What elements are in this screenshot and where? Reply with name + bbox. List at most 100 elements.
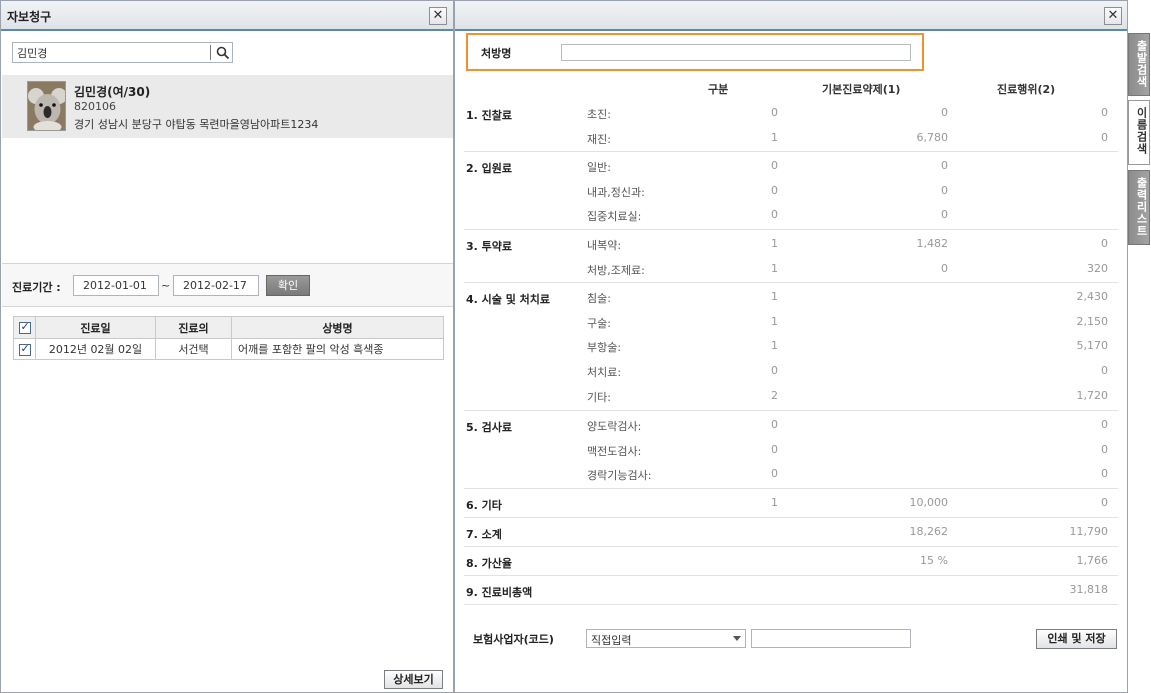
fee-row-treatment-act: 0 (1101, 131, 1108, 144)
patient-search-input[interactable] (17, 46, 207, 60)
treatment-period-bar: 진료기간 : 2012-01-01 ~ 2012-02-17 확인 (2, 263, 453, 307)
patient-card[interactable]: 김민경(여/30) 820106 경기 성남시 분당구 야탑동 목련마을영남아파… (2, 75, 453, 138)
row-checkbox[interactable] (18, 342, 31, 356)
search-separator (210, 45, 211, 60)
close-icon[interactable]: ✕ (429, 7, 447, 25)
fee-row-label: 초진: (587, 108, 611, 121)
fee-row-label: 일반: (587, 161, 611, 174)
fee-row-label: 처치료: (587, 366, 622, 379)
fee-section: 3. 투약료 내복약: 1 1,482 0 처방,조제료: 1 0 320 (464, 230, 1118, 283)
fee-section: 8. 가산율 15 % 1,766 (464, 547, 1118, 576)
fee-row-treatment-act: 2,150 (1076, 315, 1109, 328)
fee-row: 18,262 11,790 (464, 520, 1118, 544)
period-tilde: ~ (161, 279, 171, 292)
fee-row-basic-drug: 0 (941, 208, 948, 221)
fee-row: 집중치료실: 0 0 (464, 203, 1118, 227)
fee-row-basic-drug: 1,482 (916, 237, 949, 250)
fee-row-count: 0 (771, 364, 778, 377)
fee-row-treatment-act: 0 (1101, 418, 1108, 431)
fee-detail-panel: ✕ 처방명 구분 기본진료약제(1) 진료행위(2) 1. 진찰료 초진: 0 0 0 재… (454, 0, 1128, 693)
fee-row-count: 1 (771, 262, 778, 275)
fee-row-basic-drug: 18,262 (909, 525, 949, 538)
search-icon[interactable] (216, 46, 230, 60)
fee-section: 1. 진찰료 초진: 0 0 0 재진: 1 6,780 0 (464, 99, 1118, 152)
row-doctor: 서건택 (155, 338, 232, 360)
prescription-name-box: 처방명 (466, 33, 924, 71)
fee-row-label: 부항술: (587, 341, 622, 354)
patient-photo (27, 81, 66, 131)
fee-row: 경락기능검사: 0 0 (464, 462, 1118, 486)
fee-row-count: 0 (771, 443, 778, 456)
insurer-code-input[interactable] (751, 629, 911, 648)
fee-row-label: 양도락검사: (587, 420, 642, 433)
fee-row-count: 2 (771, 389, 778, 402)
fee-row: 초진: 0 0 0 (464, 101, 1118, 125)
fee-row-treatment-act: 1,766 (1076, 554, 1109, 567)
fee-row-count: 1 (771, 315, 778, 328)
fee-section: 6. 기타 1 10,000 0 (464, 489, 1118, 518)
fee-row-treatment-act: 0 (1101, 106, 1108, 119)
fee-row-count: 0 (771, 208, 778, 221)
tab-name-search[interactable]: 이름검색 (1128, 100, 1150, 165)
fee-row-label: 침술: (587, 292, 611, 305)
insurer-select-value: 직접입력 (591, 634, 632, 647)
fee-panel-titlebar: ✕ (455, 1, 1127, 31)
fee-row-treatment-act: 0 (1101, 467, 1108, 480)
tab-print-list[interactable]: 출력리스트 (1128, 170, 1150, 245)
period-from-input[interactable]: 2012-01-01 (73, 275, 159, 296)
fee-row-label: 집중치료실: (587, 210, 642, 223)
period-to-input[interactable]: 2012-02-17 (173, 275, 259, 296)
fee-row-count: 1 (771, 339, 778, 352)
table-row[interactable]: 2012년 02월 02일 서건택 어깨를 포함한 팔의 악성 흑색종 (13, 338, 444, 360)
select-all-checkbox[interactable] (18, 320, 31, 334)
fee-row-count: 1 (771, 237, 778, 250)
fee-row-count: 0 (771, 184, 778, 197)
fee-row: 재진: 1 6,780 0 (464, 126, 1118, 150)
fee-row-label: 구술: (587, 317, 611, 330)
row-diagnosis: 어깨를 포함한 팔의 악성 흑색종 (231, 338, 444, 360)
fee-row-label: 내복약: (587, 239, 622, 252)
patient-address: 경기 성남시 분당구 야탑동 목련마을영남아파트1234 (74, 118, 319, 131)
treatment-table-header: 진료일 진료의 상병명 (13, 316, 444, 339)
confirm-button[interactable]: 확인 (266, 275, 310, 296)
col-basic-drug: 기본진료약제(1) (822, 83, 901, 96)
koala-photo-icon (28, 82, 65, 130)
detail-view-button[interactable]: 상세보기 (384, 670, 443, 689)
treatment-period-label: 진료기간 : (12, 281, 61, 294)
fee-row: 기타: 2 1,720 (464, 384, 1118, 408)
tab-name-search-label: 이름검색 (1135, 107, 1148, 155)
insurer-select[interactable]: 직접입력 (586, 629, 746, 648)
fee-row-count: 0 (771, 467, 778, 480)
fee-section: 9. 진료비총액 31,818 (464, 576, 1118, 605)
fee-row-treatment-act: 0 (1101, 364, 1108, 377)
fee-row-treatment-act: 11,790 (1069, 525, 1109, 538)
fee-row: 내과,정신과: 0 0 (464, 179, 1118, 203)
fee-row: 내복약: 1 1,482 0 (464, 232, 1118, 256)
fee-row-basic-drug: 0 (941, 184, 948, 197)
prescription-name-input[interactable] (561, 44, 911, 61)
select-all-cell (13, 316, 36, 339)
print-save-button[interactable]: 인쇄 및 저장 (1036, 629, 1117, 649)
fee-row-basic-drug: 0 (941, 159, 948, 172)
fee-row-count: 0 (771, 418, 778, 431)
claim-panel-title: 자보청구 (7, 10, 52, 24)
fee-row: 처방,조제료: 1 0 320 (464, 257, 1118, 281)
fee-row-basic-drug: 6,780 (916, 131, 949, 144)
patient-search-box (12, 42, 233, 63)
fee-row-basic-drug: 10,000 (909, 496, 949, 509)
fee-section: 4. 시술 및 처치료 침술: 1 2,430 구술: 1 2,150 부항술: 1 5,170 처… (464, 283, 1118, 411)
fee-row-basic-drug: 15 % (920, 554, 948, 567)
col-treatment-act: 진료행위(2) (997, 83, 1056, 96)
tab-print-list-label: 출력리스트 (1135, 177, 1148, 237)
treatment-table: 진료일 진료의 상병명 2012년 02월 02일 서건택 어깨를 포함한 팔의… (13, 316, 444, 360)
fee-section: 7. 소계 18,262 11,790 (464, 518, 1118, 547)
claim-panel-titlebar: 자보청구 ✕ (1, 1, 453, 31)
close-icon[interactable]: ✕ (1104, 7, 1122, 25)
prescription-name-label: 처방명 (481, 47, 512, 60)
fee-row-treatment-act: 2,430 (1076, 290, 1109, 303)
tab-departure-search[interactable]: 출발검색 (1128, 33, 1150, 96)
fee-row: 맥전도검사: 0 0 (464, 438, 1118, 462)
col-diagnosis: 상병명 (231, 316, 444, 339)
fee-row-label: 내과,정신과: (587, 186, 645, 199)
fee-section: 2. 입원료 일반: 0 0 내과,정신과: 0 0 집중치료실: 0 0 (464, 152, 1118, 230)
